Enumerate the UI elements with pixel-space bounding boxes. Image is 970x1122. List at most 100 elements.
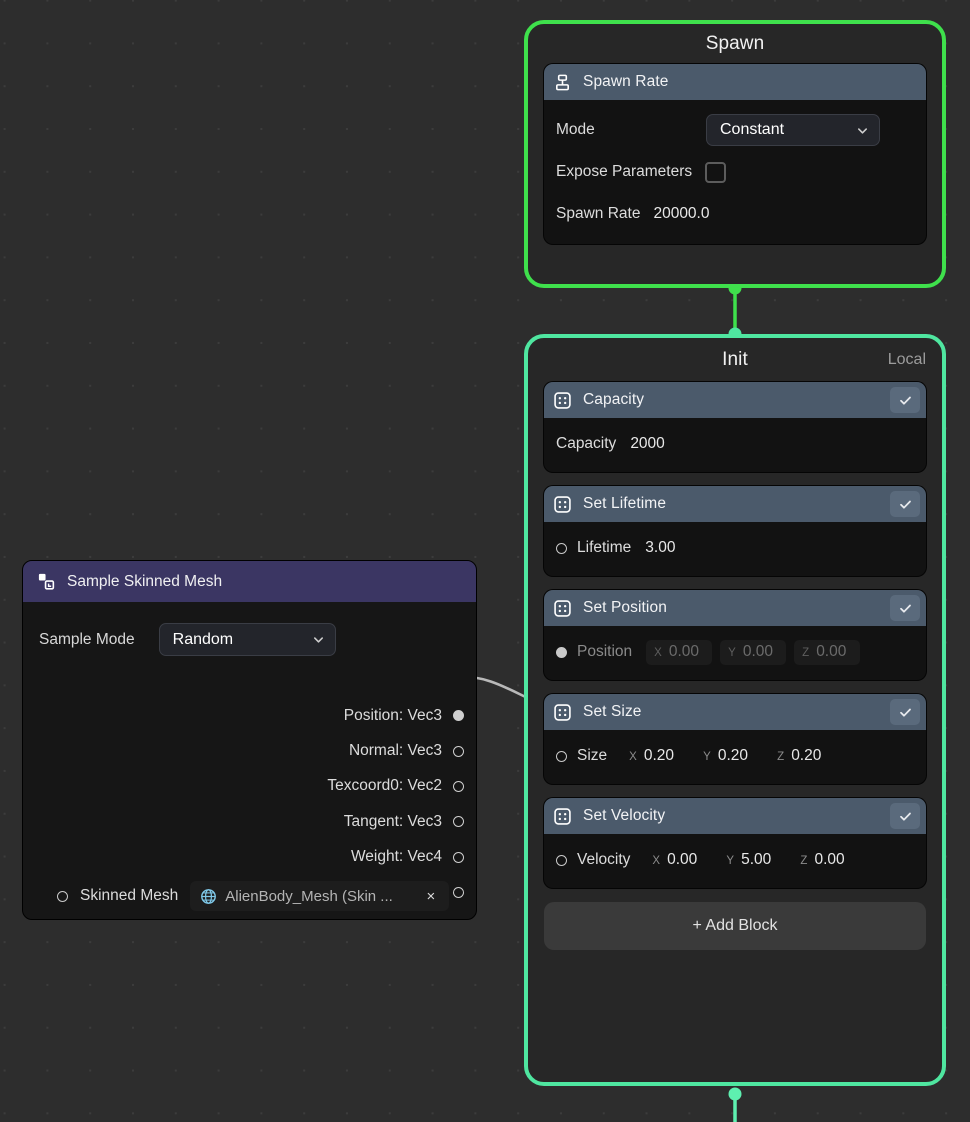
globe-icon	[200, 888, 217, 905]
spawn-rate-block-header[interactable]: Spawn Rate	[544, 64, 926, 100]
set-position-block-content: Position X 0.00 Y 0.00 Z	[544, 626, 926, 680]
chevron-down-icon	[856, 124, 869, 137]
mode-dropdown[interactable]: Constant	[706, 114, 880, 146]
capacity-label: Capacity	[556, 435, 616, 453]
spawn-rate-value-row: Spawn Rate 20000.0	[556, 198, 912, 230]
set-position-enable-toggle[interactable]	[890, 595, 920, 621]
size-z-axis: Z	[777, 751, 784, 763]
spawn-node[interactable]: Spawn Spawn Rate Mode Constant	[524, 20, 946, 288]
output-row-tangent[interactable]: Tangent: Vec3	[23, 804, 476, 839]
init-node-body: Capacity Capacity 2000	[528, 382, 942, 950]
position-x-axis: X	[654, 647, 662, 659]
set-velocity-block[interactable]: Set Velocity Velocity X	[544, 798, 926, 888]
sample-output-port-list: Position: Vec3 Normal: Vec3 Texcoord0: V…	[23, 698, 476, 910]
set-size-block-header[interactable]: Set Size	[544, 694, 926, 730]
set-lifetime-block-header[interactable]: Set Lifetime	[544, 486, 926, 522]
spawn-rate-icon	[553, 73, 572, 92]
check-icon	[898, 497, 913, 512]
output-port-weight[interactable]	[453, 852, 464, 863]
spawn-node-body: Spawn Rate Mode Constant Expose Para	[528, 64, 942, 244]
output-row-normal[interactable]: Normal: Vec3	[23, 733, 476, 768]
velocity-label: Velocity	[577, 851, 630, 869]
lifetime-input-port[interactable]	[556, 543, 567, 554]
output-port-texcoord0[interactable]	[453, 781, 464, 792]
init-node[interactable]: Init Local Capacity	[524, 334, 946, 1086]
expose-parameters-label: Expose Parameters	[556, 163, 692, 181]
block-dots-icon	[553, 599, 572, 618]
sample-mode-dropdown[interactable]: Random	[159, 623, 336, 656]
set-position-block-header[interactable]: Set Position	[544, 590, 926, 626]
capacity-enable-toggle[interactable]	[890, 387, 920, 413]
set-velocity-enable-toggle[interactable]	[890, 803, 920, 829]
position-row: Position X 0.00 Y 0.00 Z	[556, 638, 912, 666]
set-position-block-title: Set Position	[583, 599, 890, 617]
output-row-position[interactable]: Position: Vec3	[23, 698, 476, 733]
output-row-texcoord0[interactable]: Texcoord0: Vec2	[23, 769, 476, 804]
capacity-block[interactable]: Capacity Capacity 2000	[544, 382, 926, 472]
skinned-mesh-asset-field[interactable]: AlienBody_Mesh (Skin ... ×	[190, 881, 449, 911]
velocity-y-value: 5.00	[741, 851, 771, 869]
velocity-input-port[interactable]	[556, 855, 567, 866]
position-input-port[interactable]	[556, 647, 567, 658]
node-graph-canvas[interactable]: Spawn Spawn Rate Mode Constant	[0, 0, 970, 1122]
block-dots-icon	[553, 703, 572, 722]
set-velocity-block-header[interactable]: Set Velocity	[544, 798, 926, 834]
velocity-x-field[interactable]: X 0.00	[644, 848, 710, 873]
spawn-rate-block-title: Spawn Rate	[583, 73, 920, 91]
sample-mesh-icon	[37, 572, 56, 591]
sample-skinned-mesh-node[interactable]: Sample Skinned Mesh Sample Mode Random P…	[22, 560, 477, 920]
output-port-tangent[interactable]	[453, 816, 464, 827]
block-dots-icon	[553, 391, 572, 410]
position-z-axis: Z	[802, 647, 809, 659]
capacity-value[interactable]: 2000	[630, 435, 664, 453]
flow-port-init-out	[729, 1088, 742, 1101]
velocity-x-axis: X	[652, 855, 660, 867]
sample-mode-label: Sample Mode	[39, 631, 135, 649]
skinned-mesh-label: Skinned Mesh	[80, 887, 178, 905]
size-y-axis: Y	[703, 751, 711, 763]
chevron-down-icon	[312, 633, 325, 646]
velocity-y-field[interactable]: Y 5.00	[718, 848, 784, 873]
output-port-position[interactable]	[453, 710, 464, 721]
velocity-z-field[interactable]: Z 0.00	[792, 848, 858, 873]
output-row-weight[interactable]: Weight: Vec4	[23, 840, 476, 875]
size-y-field[interactable]: Y 0.20	[695, 744, 761, 769]
position-x-field[interactable]: X 0.00	[646, 640, 712, 665]
expose-parameters-row: Expose Parameters	[556, 156, 912, 188]
capacity-block-header[interactable]: Capacity	[544, 382, 926, 418]
capacity-block-content: Capacity 2000	[544, 418, 926, 472]
sample-mode-dropdown-value: Random	[173, 631, 233, 649]
size-x-axis: X	[629, 751, 637, 763]
size-input-port[interactable]	[556, 751, 567, 762]
position-z-field[interactable]: Z 0.00	[794, 640, 860, 665]
skinned-mesh-input-port[interactable]	[57, 891, 68, 902]
spawn-node-header[interactable]: Spawn	[528, 24, 942, 64]
set-size-enable-toggle[interactable]	[890, 699, 920, 725]
add-block-button[interactable]: + Add Block	[544, 902, 926, 950]
position-y-value: 0.00	[743, 643, 773, 661]
velocity-vector: X 0.00 Y 5.00 Z 0.00	[644, 848, 858, 873]
set-lifetime-block[interactable]: Set Lifetime Lifetime 3.00	[544, 486, 926, 576]
spawn-rate-value[interactable]: 20000.0	[653, 205, 709, 223]
size-y-value: 0.20	[718, 747, 748, 765]
size-x-field[interactable]: X 0.20	[621, 744, 687, 769]
position-y-field[interactable]: Y 0.00	[720, 640, 786, 665]
set-position-block[interactable]: Set Position Position X	[544, 590, 926, 680]
init-node-header[interactable]: Init Local	[528, 338, 942, 382]
sample-skinned-mesh-header[interactable]: Sample Skinned Mesh	[23, 561, 476, 602]
expose-parameters-checkbox[interactable]	[705, 162, 726, 183]
set-size-block[interactable]: Set Size Size X 0.20	[544, 694, 926, 784]
output-port-normal[interactable]	[453, 746, 464, 757]
velocity-z-axis: Z	[800, 855, 807, 867]
capacity-row: Capacity 2000	[556, 430, 912, 458]
velocity-y-axis: Y	[726, 855, 734, 867]
spawn-rate-block[interactable]: Spawn Rate Mode Constant Expose Para	[544, 64, 926, 244]
size-z-field[interactable]: Z 0.20	[769, 744, 835, 769]
skinned-mesh-clear-button[interactable]: ×	[421, 889, 440, 904]
velocity-x-value: 0.00	[667, 851, 697, 869]
lifetime-value[interactable]: 3.00	[645, 539, 675, 557]
set-lifetime-block-title: Set Lifetime	[583, 495, 890, 513]
set-size-block-title: Set Size	[583, 703, 890, 721]
size-label: Size	[577, 747, 607, 765]
set-lifetime-enable-toggle[interactable]	[890, 491, 920, 517]
